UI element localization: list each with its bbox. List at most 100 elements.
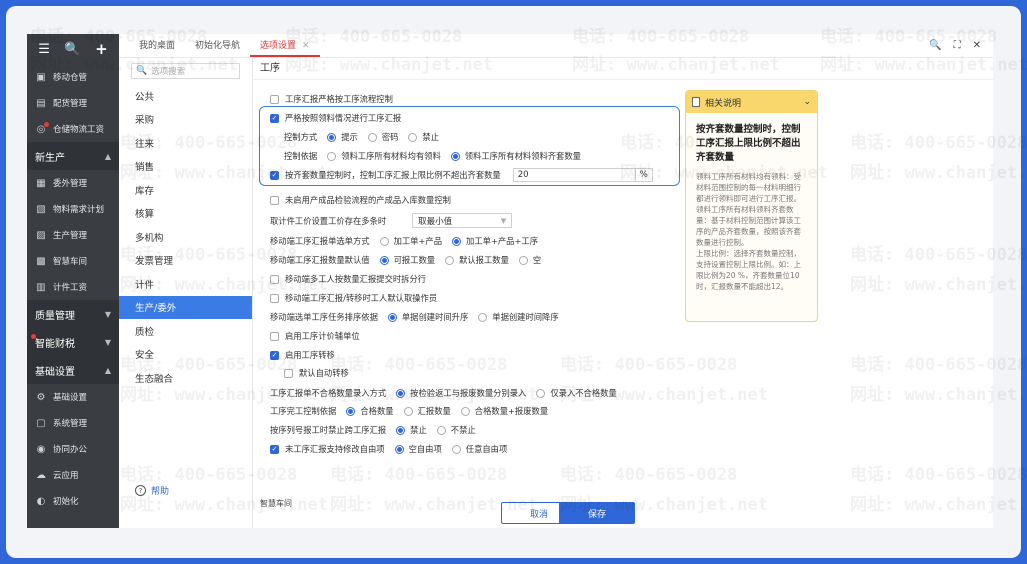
radio[interactable] <box>346 406 356 416</box>
radio[interactable] <box>367 132 377 142</box>
setting-default-operator[interactable]: 移动端工序汇报/转移时工人默认取操作员 <box>270 292 437 304</box>
setting-auto-transfer[interactable]: 默认自动转移 <box>284 367 349 379</box>
radio[interactable] <box>478 312 488 322</box>
setting-label: 严格按照领料情况进行工序汇报 <box>285 113 402 123</box>
checkbox[interactable] <box>270 331 279 341</box>
nav-item-outsource[interactable]: ▦ 委外管理 <box>27 170 119 196</box>
close-tab-icon[interactable]: ✕ <box>302 41 310 51</box>
setting-split-rows[interactable]: 移动端多工人按数量汇报提交时拆分行 <box>270 273 426 285</box>
radio[interactable] <box>408 132 418 142</box>
options-window: 我的桌面 初始化导航 选项设置 ✕ 🔍 ⛶ ✕ 🔍 选项搜索 公共 采购 往来 销售 库存核… <box>119 34 993 528</box>
radio-label: 单据创建时间升序 <box>401 312 469 322</box>
category-item[interactable]: 安全 <box>119 343 252 367</box>
setting-kit-ratio[interactable]: ✓ 按齐套数量控制时，控制工序汇报上限比例不超出齐套数量 20% <box>270 168 653 182</box>
nav-item-production[interactable]: ▨ 生产管理 <box>27 222 119 248</box>
checkbox[interactable] <box>284 368 293 378</box>
radio[interactable] <box>451 444 461 454</box>
checkbox-checked-icon[interactable]: ✓ <box>270 113 279 123</box>
nav-item-init[interactable]: ◐ 初始化 <box>27 488 119 514</box>
search-icon[interactable]: 🔍 <box>929 40 941 51</box>
radio[interactable] <box>387 312 397 322</box>
category-item[interactable]: 库存 <box>119 178 252 202</box>
radio[interactable] <box>452 236 462 246</box>
category-item[interactable]: 往来 <box>119 131 252 155</box>
category-item[interactable]: 多机构 <box>119 225 252 249</box>
nav-item-collab[interactable]: ◉ 协同办公 <box>27 436 119 462</box>
footer-bar: 取消 保存 <box>254 502 993 528</box>
radio[interactable] <box>445 255 455 265</box>
category-item[interactable]: 发票管理 <box>119 249 252 273</box>
search-icon[interactable]: 🔍 <box>64 42 80 57</box>
nav-item-workshop[interactable]: ▩ 智慧车间 <box>27 248 119 274</box>
checkbox-checked-icon[interactable]: ✓ <box>270 170 279 180</box>
radio-label: 禁止 <box>410 425 427 435</box>
setting-strict-flow[interactable]: 工序汇报严格按工序流程控制 <box>270 93 393 105</box>
checkbox[interactable] <box>270 94 279 104</box>
radio-label: 合格数量 <box>360 406 394 416</box>
nav-group-production[interactable]: 新生产 ▲ <box>27 142 119 170</box>
close-icon[interactable]: ✕ <box>973 40 981 51</box>
checkbox[interactable] <box>270 293 279 303</box>
setting-enable-transfer[interactable]: ✓ 启用工序转移 <box>270 349 335 361</box>
plus-icon[interactable]: + <box>95 40 108 58</box>
radio[interactable] <box>460 406 470 416</box>
radio[interactable] <box>436 425 446 435</box>
radio[interactable] <box>327 132 337 142</box>
radio[interactable] <box>396 425 406 435</box>
radio[interactable] <box>379 255 389 265</box>
nav-group-finance[interactable]: 智能财税 ▼ <box>27 328 119 356</box>
checkbox[interactable] <box>270 274 279 284</box>
category-item[interactable]: 生产/委外 <box>119 295 252 319</box>
chevron-down-icon: ▼ <box>104 309 111 319</box>
checkbox-checked-icon[interactable]: ✓ <box>270 350 279 360</box>
setting-free-items[interactable]: ✓ 末工序汇报支持修改自由项 空自由项 任意自由项 <box>270 443 507 455</box>
category-item[interactable]: 核算 <box>119 202 252 226</box>
category-item[interactable]: 采购 <box>119 108 252 132</box>
info-header[interactable]: 相关说明 ⌄ <box>686 91 817 113</box>
category-item[interactable]: 生态融合 <box>119 366 252 390</box>
setting-aux-unit[interactable]: 启用工序计价辅单位 <box>270 330 360 342</box>
category-item[interactable]: 销售 <box>119 155 252 179</box>
option-search-input[interactable]: 🔍 选项搜索 <box>131 63 240 79</box>
chevron-down-icon[interactable]: ⌄ <box>803 97 811 107</box>
help-link[interactable]: ? 帮助 <box>135 484 169 497</box>
radio[interactable] <box>536 388 546 398</box>
menu-icon[interactable]: ☰ <box>38 42 50 57</box>
category-item[interactable]: 公共 <box>119 84 252 108</box>
nav-item-mobile-warehouse[interactable]: ▣ 移动仓管 <box>27 64 119 90</box>
setting-qc-control[interactable]: 未启用产成品检验流程的产成品入库数量控制 <box>270 194 451 206</box>
ratio-input[interactable]: 20% <box>512 168 653 182</box>
nav-group-quality[interactable]: 质量管理 ▼ <box>27 300 119 328</box>
setting-label: 移动端工序汇报单选单方式 <box>270 236 370 246</box>
radio[interactable] <box>394 444 404 454</box>
checkbox[interactable] <box>270 195 279 205</box>
nav-item-cloud[interactable]: ☁ 云应用 <box>27 462 119 488</box>
tab-init-nav[interactable]: 初始化导航 <box>185 38 250 57</box>
category-item[interactable]: 计件 <box>119 272 252 296</box>
save-button[interactable]: 保存 <box>559 502 635 524</box>
radio-label: 可报工数量 <box>393 255 436 265</box>
nav-item-logistics-wage[interactable]: ◎ 仓储物流工资 <box>27 116 119 142</box>
category-item[interactable]: 质检 <box>119 319 252 343</box>
radio[interactable] <box>396 388 406 398</box>
radio[interactable] <box>379 236 389 246</box>
radio-label: 按检验返工与报废数量分别录入 <box>410 388 527 398</box>
setting-label: 工序汇报单不合格数量录入方式 <box>270 388 387 398</box>
tab-my-desktop[interactable]: 我的桌面 <box>129 38 185 57</box>
nav-item-system[interactable]: ▢ 系统管理 <box>27 410 119 436</box>
nav-item-basic-settings[interactable]: ⚙ 基础设置 <box>27 384 119 410</box>
nav-group-basic[interactable]: 基础设置 ▲ <box>27 356 119 384</box>
nav-item-piece-wage[interactable]: ▥ 计件工资 <box>27 274 119 300</box>
radio-label: 提示 <box>341 132 358 142</box>
radio[interactable] <box>327 151 337 161</box>
radio[interactable] <box>518 255 528 265</box>
price-select[interactable]: 取最小值 ▼ <box>412 213 513 228</box>
radio[interactable] <box>450 151 460 161</box>
radio[interactable] <box>403 406 413 416</box>
setting-strict-material[interactable]: ✓ 严格按照领料情况进行工序汇报 <box>270 112 401 124</box>
nav-item-mrp[interactable]: ▧ 物料需求计划 <box>27 196 119 222</box>
nav-item-distribution[interactable]: ▤ 配货管理 <box>27 90 119 116</box>
fullscreen-icon[interactable]: ⛶ <box>954 40 961 51</box>
checkbox-checked-icon[interactable]: ✓ <box>270 444 279 454</box>
tab-options[interactable]: 选项设置 ✕ <box>250 38 320 57</box>
